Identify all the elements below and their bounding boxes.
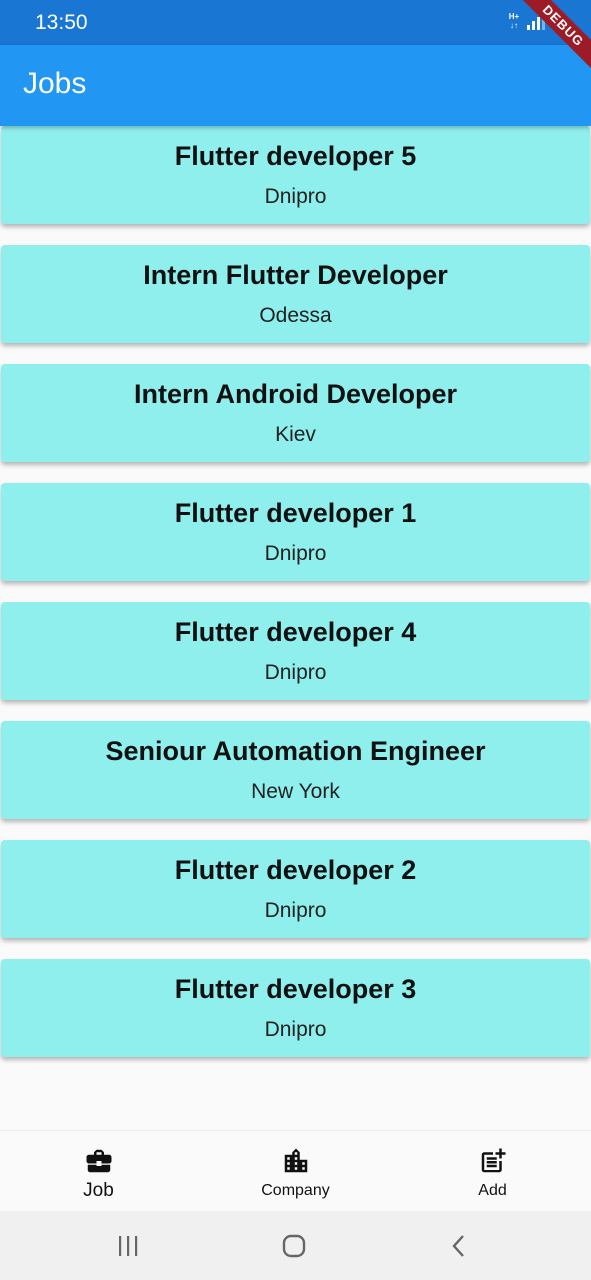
job-city: Dnipro	[264, 899, 327, 922]
recent-apps-icon[interactable]	[113, 1233, 143, 1259]
back-icon[interactable]	[444, 1233, 474, 1259]
job-card[interactable]: Flutter developer 1 Dnipro	[1, 483, 590, 581]
data-arrows-icon: ↓↑	[510, 21, 518, 30]
job-card[interactable]: Flutter developer 2 Dnipro	[1, 840, 590, 938]
job-city: Kiev	[275, 423, 316, 446]
job-title: Flutter developer 1	[174, 498, 417, 528]
job-city: New York	[251, 780, 340, 803]
job-card[interactable]: Flutter developer 5 Dnipro	[1, 126, 590, 224]
home-icon[interactable]	[279, 1233, 309, 1259]
job-title: Flutter developer 3	[174, 974, 417, 1004]
app-bar: Jobs	[0, 45, 591, 126]
job-city: Odessa	[259, 304, 332, 327]
nav-label-add: Add	[478, 1182, 507, 1199]
nav-item-company[interactable]: Company	[197, 1131, 394, 1212]
job-title: Seniour Automation Engineer	[105, 736, 486, 766]
job-city: Dnipro	[264, 185, 327, 208]
nav-item-add[interactable]: Add	[394, 1131, 591, 1212]
job-card[interactable]: Flutter developer 3 Dnipro	[1, 959, 590, 1057]
status-time: 13:50	[35, 11, 88, 34]
building-icon	[284, 1148, 307, 1173]
job-card[interactable]: Intern Android Developer Kiev	[1, 364, 590, 462]
page-title: Jobs	[23, 67, 87, 100]
job-title: Flutter developer 2	[174, 855, 417, 885]
nav-label-job: Job	[83, 1180, 114, 1201]
job-card[interactable]: Seniour Automation Engineer New York	[1, 721, 590, 819]
briefcase-icon	[86, 1149, 111, 1173]
nav-label-company: Company	[261, 1182, 330, 1199]
job-card[interactable]: Intern Flutter Developer Odessa	[1, 245, 590, 343]
system-navigation-bar	[0, 1211, 591, 1280]
job-title: Flutter developer 5	[174, 141, 417, 171]
job-title: Flutter developer 4	[174, 617, 417, 647]
post-add-icon	[481, 1148, 505, 1173]
network-type-label: H+	[508, 12, 520, 21]
network-type-icon: H+ ↓↑	[507, 12, 521, 30]
job-title: Intern Flutter Developer	[143, 260, 448, 290]
status-bar: 13:50 H+ ↓↑ DEBUG	[0, 0, 591, 76]
job-card[interactable]: Flutter developer 4 Dnipro	[1, 602, 590, 700]
job-city: Dnipro	[264, 661, 327, 684]
job-title: Intern Android Developer	[133, 379, 458, 409]
nav-item-job[interactable]: Job	[0, 1131, 197, 1212]
job-city: Dnipro	[264, 542, 327, 565]
bottom-navigation: Job Company Add	[0, 1130, 591, 1211]
job-city: Dnipro	[264, 1018, 327, 1041]
